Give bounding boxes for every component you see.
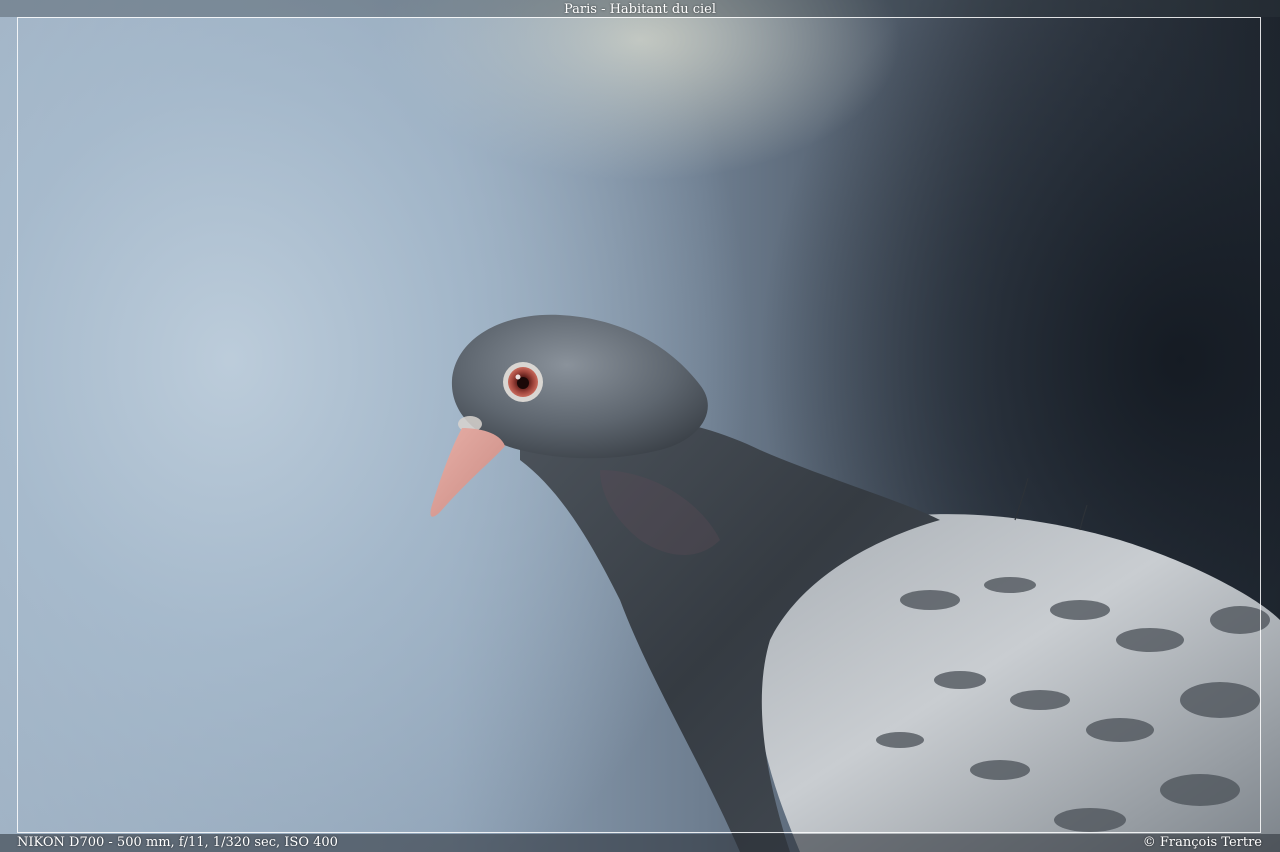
beak	[430, 428, 505, 517]
pigeon-illustration	[430, 314, 1280, 852]
credit-caption: © François Tertre	[1142, 835, 1262, 850]
photo-title: Paris - Habitant du ciel	[563, 2, 716, 17]
photo-canvas: Paris - Habitant du ciel NIKON D700 - 50…	[0, 0, 1280, 852]
exif-caption: NIKON D700 - 500 mm, f/11, 1/320 sec, IS…	[17, 835, 338, 850]
